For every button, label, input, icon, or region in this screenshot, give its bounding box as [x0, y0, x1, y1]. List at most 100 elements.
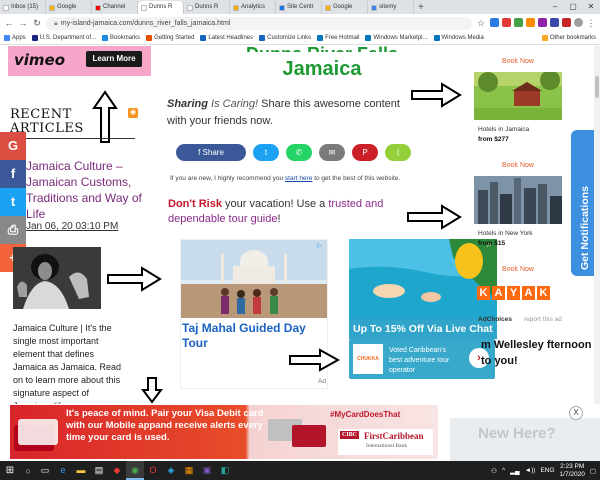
extension-icon[interactable] [490, 17, 499, 27]
store-icon[interactable]: ▤ [90, 461, 108, 480]
back-icon[interactable]: ← [4, 18, 14, 28]
app-icon[interactable]: ▣ [198, 461, 216, 480]
close-window-button[interactable]: ✕ [582, 0, 600, 14]
book-now-link[interactable]: Book Now [472, 58, 564, 65]
app-icon[interactable]: ◈ [162, 461, 180, 480]
file-explorer-icon[interactable]: ▬ [72, 461, 90, 480]
article-link[interactable]: Jamaica Culture – Jamaican Customs, Trad… [26, 158, 144, 222]
hotel-label[interactable]: Hotels in New York [478, 230, 533, 237]
opera-icon[interactable]: O [144, 461, 162, 480]
close-ad-button[interactable]: X [569, 406, 583, 420]
bookmark-item[interactable]: Windows Marketpl... [365, 35, 428, 41]
ad-title[interactable]: Taj Mahal Guided Day Tour [182, 321, 322, 351]
book-now-link[interactable]: Book Now [472, 162, 564, 169]
extensions: ⋮ [490, 17, 596, 29]
chevron-up-icon[interactable]: ^ [502, 467, 505, 474]
bookmark-item[interactable]: Free Hotmail [317, 35, 359, 41]
url-input[interactable]: 🔒︎ my-island-jamaica.com/dunns_river_fall… [46, 16, 472, 30]
share-button[interactable]: t [253, 144, 279, 161]
forward-icon[interactable]: → [18, 18, 28, 28]
browser-tab[interactable]: Site Centr [276, 1, 322, 14]
bookmark-item[interactable]: Customize Links [259, 35, 311, 41]
extension-icon[interactable] [562, 17, 571, 27]
minimize-button[interactable]: – [546, 0, 564, 14]
article-thumbnail[interactable] [13, 247, 101, 309]
ad-headline[interactable]: Up To 15% Off Via Live Chat [349, 319, 497, 339]
search-icon[interactable]: ○ [20, 466, 36, 476]
scrollbar-thumb[interactable] [595, 76, 599, 98]
extension-icon[interactable] [502, 17, 511, 27]
edge-icon[interactable]: e [54, 461, 72, 480]
notifications-icon[interactable]: ▢ [590, 467, 596, 475]
share-button[interactable]: ⟨ [385, 144, 411, 161]
browser-tab[interactable]: Dunns R [138, 1, 184, 14]
language-indicator[interactable]: ENG [540, 467, 554, 474]
share-rail-button[interactable]: ⎙ [0, 216, 26, 244]
browser-tab[interactable]: Google [322, 1, 368, 14]
other-bookmarks[interactable]: Other bookmarks [541, 35, 596, 41]
share-rail-button[interactable]: t [0, 188, 26, 216]
browser-tab[interactable]: Google [46, 1, 92, 14]
star-icon[interactable]: ☆ [476, 18, 486, 29]
rss-icon[interactable]: ◉ [128, 108, 138, 118]
share-button[interactable]: ✆ [286, 144, 312, 161]
ad-card[interactable]: CHUKKA Voted Caribbean's best adventure … [349, 339, 495, 379]
bookmark-label: Getting Started [154, 35, 195, 41]
firefox-icon [146, 35, 153, 41]
extension-icon[interactable] [550, 17, 559, 27]
extension-icon[interactable] [514, 17, 523, 27]
menu-icon[interactable]: ⋮ [586, 18, 596, 29]
extension-icon[interactable] [526, 17, 535, 27]
jamaica-hotel-photo[interactable] [474, 72, 562, 120]
app-icon[interactable]: ▦ [180, 461, 198, 480]
extension-icon[interactable] [538, 17, 547, 27]
hotel-label[interactable]: Hotels in Jamaica [478, 126, 529, 133]
learn-more-button[interactable]: Learn More [86, 51, 142, 67]
browser-tab[interactable]: Inbox (15) [0, 1, 46, 14]
vimeo-ad[interactable]: vimeo Learn More [8, 46, 151, 76]
maximize-button[interactable]: ▢ [564, 0, 582, 14]
report-ad-link[interactable]: report this ad [524, 316, 562, 323]
share-rail-button[interactable]: G [0, 132, 26, 160]
card-stack-icon [14, 419, 58, 451]
cibc-logo-block: CIBC FirstCaribbean International Bank [338, 429, 433, 455]
bookmark-item[interactable]: U.S. Department of... [31, 35, 96, 41]
kayak-logo[interactable]: KAYAK [477, 286, 550, 300]
browser-tab[interactable]: Channel [92, 1, 138, 14]
bookmark-item[interactable]: Getting Started [146, 35, 194, 41]
new-tab-button[interactable]: + [414, 1, 428, 14]
chrome-icon[interactable]: ◉ [126, 461, 144, 480]
cibc-ad[interactable]: It's peace of mind. Pair your Visa Debit… [10, 405, 438, 459]
bookmark-item[interactable]: Bookmarks [102, 35, 140, 41]
clock[interactable]: 2:23 PM 1/7/2020 [560, 463, 585, 479]
share-button[interactable]: ✉ [319, 144, 345, 161]
bookmark-item[interactable]: Apps [4, 35, 26, 41]
reload-icon[interactable]: ↻ [32, 18, 42, 29]
people-icon[interactable]: ⚇ [491, 467, 497, 475]
tab-favicon-icon [49, 4, 55, 11]
browser-tab[interactable]: Analytics [230, 1, 276, 14]
share-button[interactable]: f Share [176, 144, 246, 161]
chukka-ad[interactable]: ▷ Up To 15% Off Via Live Chat CHUKKA Vot… [349, 239, 497, 389]
app-icon[interactable]: ◆ [108, 461, 126, 480]
bookmark-item[interactable]: Latest Headlines [200, 35, 253, 41]
new-here-panel[interactable]: New Here? [450, 418, 600, 461]
adchoices-icon[interactable]: ▷ [317, 242, 325, 250]
new-york-hotel-photo[interactable] [474, 176, 562, 224]
adchoices-label[interactable]: AdChoices [478, 316, 512, 323]
page-scrollbar[interactable] [594, 46, 600, 406]
browser-tab[interactable]: sitemy [368, 1, 414, 14]
volume-icon[interactable]: ◄)) [525, 467, 536, 474]
start-here-link[interactable]: start here [285, 175, 312, 182]
share-rail-button[interactable]: f [0, 160, 26, 188]
app-icon[interactable]: ◧ [216, 461, 234, 480]
browser-tab[interactable]: Dunns R [184, 1, 230, 14]
share-button[interactable]: P [352, 144, 378, 161]
windows-start-icon[interactable]: ⊞ [0, 461, 20, 480]
book-now-link[interactable]: Book Now [472, 266, 564, 273]
bookmark-item[interactable]: Windows Media [433, 35, 484, 41]
sharing-is-caring-text: Sharing Is Caring! Share this awesome co… [167, 96, 412, 130]
network-icon[interactable]: ▂▄ [510, 467, 520, 475]
profile-avatar[interactable] [574, 17, 583, 27]
task-view-icon[interactable]: ▭ [36, 461, 54, 480]
